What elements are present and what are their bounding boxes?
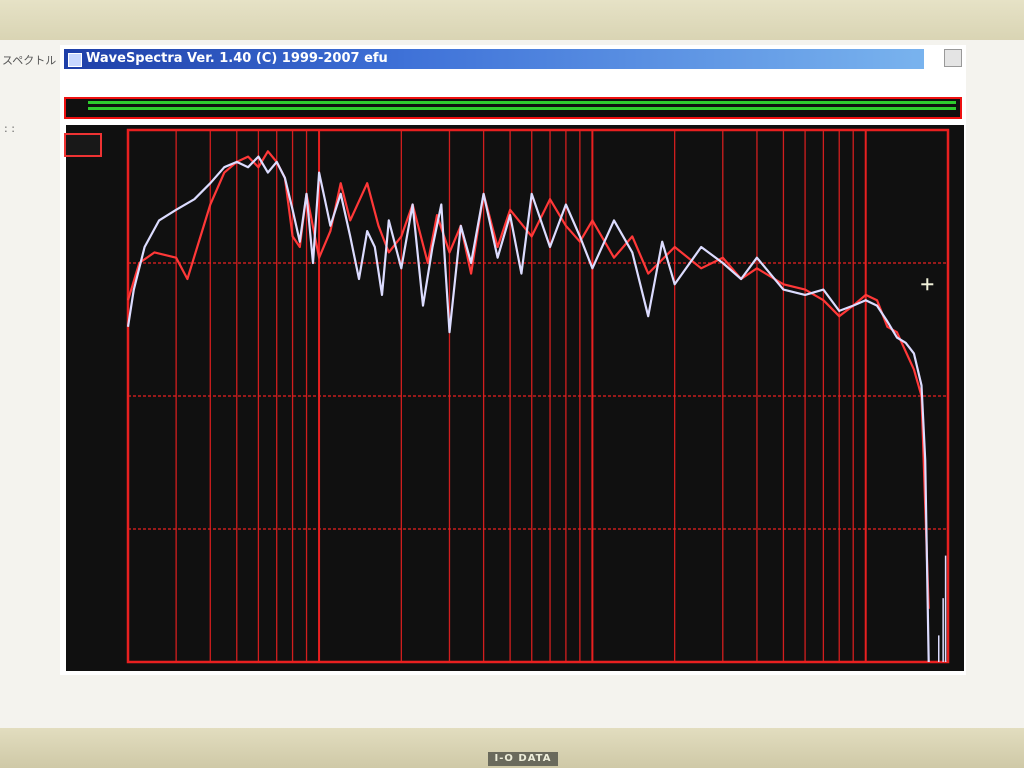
spectrum-chart[interactable] [0,0,1024,768]
peak-readout-box [64,133,102,157]
monitor-brand-logo: I-O DATA [488,752,558,766]
